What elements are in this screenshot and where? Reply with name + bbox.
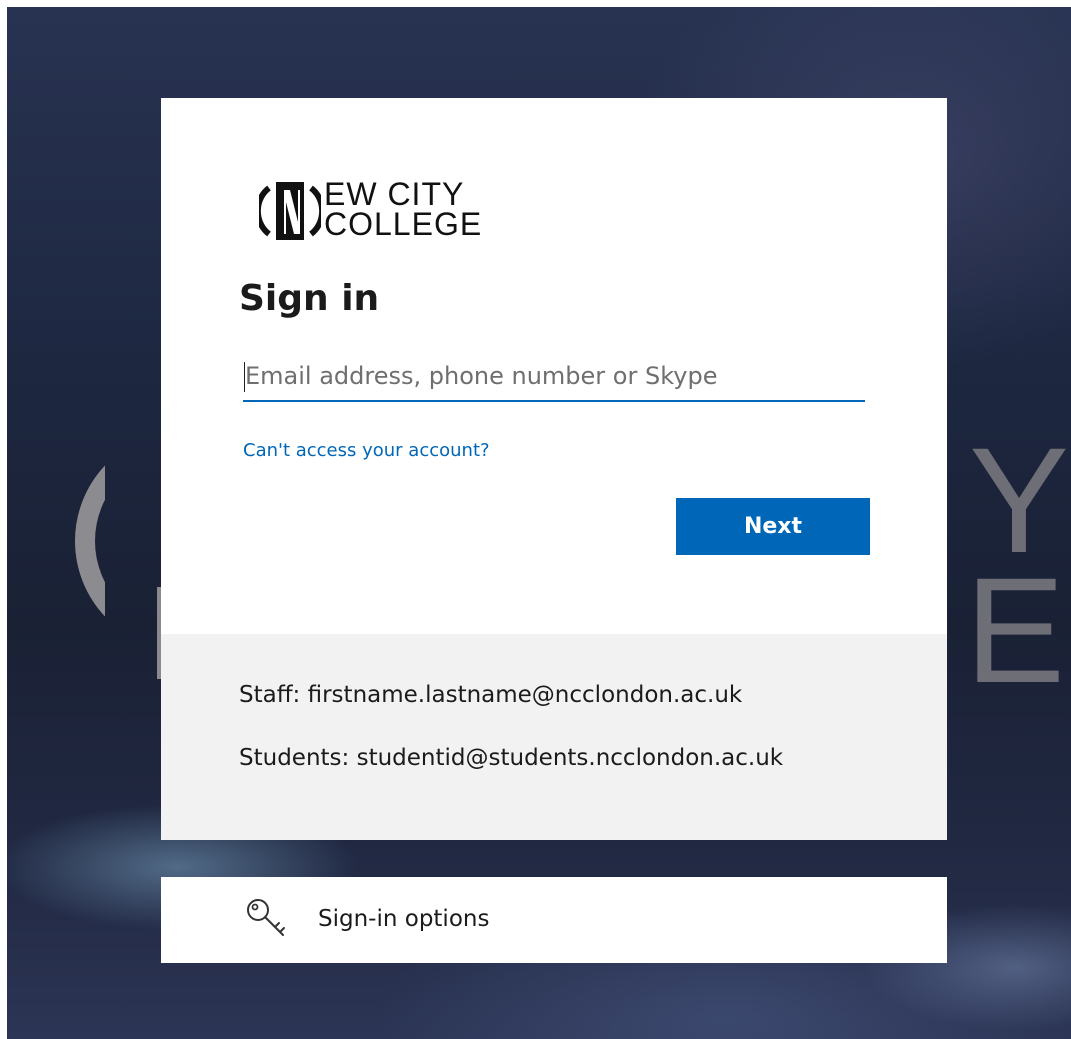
signin-options-label: Sign-in options — [318, 906, 490, 932]
text-caret — [244, 362, 245, 392]
college-logo: EW CITY COLLEGE — [259, 176, 519, 246]
signin-card: EW CITY COLLEGE Sign in Can't access you… — [161, 98, 947, 840]
signin-options-button[interactable]: Sign-in options — [161, 877, 947, 963]
college-logo-mark — [259, 182, 321, 240]
key-icon — [247, 899, 285, 936]
background-logo-letter-e: E — [965, 546, 1066, 714]
staff-email-hint: Staff: firstname.lastname@ncclondon.ac.u… — [239, 682, 743, 708]
page-title: Sign in — [239, 278, 380, 319]
next-button[interactable]: Next — [676, 498, 870, 555]
account-hint-panel: Staff: firstname.lastname@ncclondon.ac.u… — [161, 634, 947, 840]
cant-access-account-link[interactable]: Can't access your account? — [243, 440, 490, 461]
students-email-hint: Students: studentid@students.ncclondon.a… — [239, 745, 784, 771]
college-logo-text-bottom: COLLEGE — [324, 206, 483, 242]
email-field[interactable] — [243, 352, 865, 402]
